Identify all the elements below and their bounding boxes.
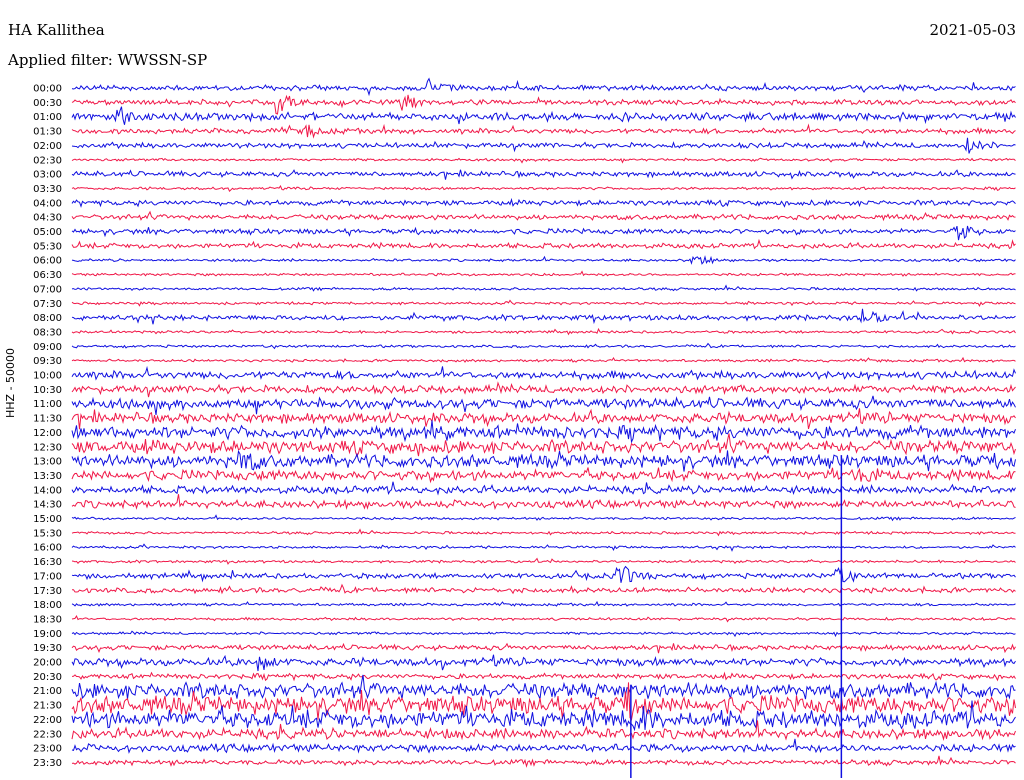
trace-line: [71, 327, 1016, 336]
trace-line: [71, 433, 1016, 458]
time-label: 03:00: [33, 170, 62, 181]
trace-line: [71, 77, 1016, 97]
trace-line: [71, 94, 1016, 115]
time-label: 09:30: [33, 356, 62, 367]
time-label: 06:30: [33, 270, 62, 281]
trace-line: [71, 642, 1016, 654]
trace-line: [71, 225, 1016, 241]
trace-line: [71, 342, 1016, 350]
time-label: 21:00: [33, 686, 62, 697]
time-label: 21:30: [33, 701, 62, 712]
trace-line: [71, 106, 1016, 125]
time-label: 02:00: [33, 141, 62, 152]
trace-line: [71, 449, 1016, 472]
time-label: 20:00: [33, 658, 62, 669]
time-label: 05:00: [33, 227, 62, 238]
trace-line: [71, 528, 1016, 537]
time-label: 17:00: [33, 571, 62, 582]
trace-line: [71, 356, 1016, 363]
trace-line: [71, 299, 1016, 308]
time-label: 00:30: [33, 98, 62, 109]
trace-line: [71, 169, 1016, 180]
time-label: 01:30: [33, 127, 62, 138]
traces: [71, 77, 1016, 768]
time-label: 11:30: [33, 414, 62, 425]
time-label: 08:00: [33, 313, 62, 324]
trace-line: [71, 365, 1016, 382]
trace-line: [71, 308, 1016, 325]
trace-line: [71, 494, 1016, 511]
trace-line: [71, 514, 1016, 522]
time-label: 02:30: [33, 155, 62, 166]
time-label: 13:00: [33, 457, 62, 468]
tick-labels: 00:00 00:30 01:00 01:30 02:00 02:30 03:00 03:30…: [33, 84, 62, 769]
trace-line: [71, 654, 1016, 672]
time-label: 17:30: [33, 586, 62, 597]
trace-line: [71, 600, 1016, 607]
trace-line: [71, 755, 1016, 768]
trace-line: [71, 284, 1016, 292]
trace-line: [71, 408, 1016, 430]
time-label: 19:00: [33, 629, 62, 640]
trace-line: [71, 481, 1016, 496]
trace-line: [71, 674, 1016, 701]
time-label: 23:30: [33, 758, 62, 769]
trace-line: [71, 270, 1016, 277]
trace-line: [71, 210, 1016, 222]
trace-line: [71, 557, 1016, 565]
time-label: 14:30: [33, 500, 62, 511]
time-label: 15:30: [33, 528, 62, 539]
time-label: 07:00: [33, 284, 62, 295]
time-label: 14:00: [33, 485, 62, 496]
time-label: 23:00: [33, 744, 62, 755]
trace-line: [71, 630, 1016, 638]
trace-line: [71, 184, 1016, 193]
time-label: 20:30: [33, 672, 62, 683]
time-label: 18:30: [33, 614, 62, 625]
time-label: 22:30: [33, 729, 62, 740]
trace-line: [71, 543, 1016, 552]
time-label: 04:30: [33, 213, 62, 224]
trace-line: [71, 255, 1016, 265]
trace-line: [71, 238, 1016, 250]
time-label: 12:30: [33, 442, 62, 453]
time-label: 03:30: [33, 184, 62, 195]
time-label: 07:30: [33, 299, 62, 310]
time-label: 12:00: [33, 428, 62, 439]
time-label: 00:00: [33, 84, 62, 95]
trace-line: [72, 583, 1016, 595]
time-label: 09:00: [33, 342, 62, 353]
time-label: 19:30: [33, 643, 62, 654]
trace-line: [71, 123, 1016, 139]
trace-line: [71, 137, 1016, 154]
time-label: 08:30: [33, 327, 62, 338]
time-label: 22:00: [33, 715, 62, 726]
time-label: 04:00: [33, 198, 62, 209]
time-label: 06:00: [33, 256, 62, 267]
trace-line: [71, 467, 1016, 484]
time-label: 10:00: [33, 371, 62, 382]
time-label: 05:30: [33, 241, 62, 252]
trace-line: [71, 565, 1016, 583]
trace-line: [71, 738, 1016, 754]
time-label: 10:30: [33, 385, 62, 396]
helicorder-plot: 00:00 00:30 01:00 01:30 02:00 02:30 03:00 03:30…: [33, 77, 1016, 778]
trace-line: [71, 671, 1016, 682]
trace-line: [71, 615, 1016, 623]
time-label: 16:00: [33, 543, 62, 554]
trace-line: [71, 381, 1016, 398]
time-label: 15:00: [33, 514, 62, 525]
time-label: 11:00: [33, 399, 62, 410]
time-label: 01:00: [33, 112, 62, 123]
trace-line: [71, 197, 1016, 208]
time-label: 13:30: [33, 471, 62, 482]
time-label: 18:00: [33, 600, 62, 611]
time-label: 16:30: [33, 557, 62, 568]
trace-line: [71, 420, 1016, 444]
trace-line: [71, 395, 1016, 415]
trace-line: [71, 157, 1016, 164]
